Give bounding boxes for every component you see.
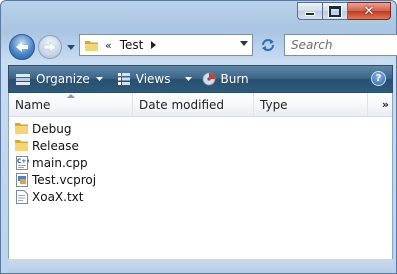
svg-text:C++: C++ [17, 158, 29, 165]
minimize-icon [305, 12, 315, 16]
list-item[interactable]: C++ main.cpp [15, 154, 96, 171]
folder-icon [15, 123, 28, 134]
column-headers: Name Date modified Type » [9, 93, 392, 117]
explorer-window: ✕ « Test Search Organize Views Burn ? Na… [0, 0, 397, 274]
command-toolbar: Organize Views Burn ? [8, 65, 393, 93]
views-label: Views [135, 72, 171, 86]
arrow-right-icon [43, 41, 57, 53]
status-bar [8, 259, 393, 273]
forward-button[interactable] [38, 35, 62, 59]
address-dropdown-icon[interactable] [240, 41, 248, 46]
file-name: Release [32, 138, 79, 153]
file-list-pane[interactable]: Name Date modified Type » Debug Release … [8, 93, 393, 259]
arrow-left-icon [16, 42, 28, 52]
text-file-icon [16, 189, 28, 204]
list-item[interactable]: Debug [15, 120, 96, 137]
file-name: Test.vcproj [32, 172, 97, 187]
chevron-right-icon[interactable] [151, 41, 157, 49]
list-item[interactable]: Release [15, 137, 96, 154]
close-button[interactable]: ✕ [348, 2, 391, 20]
column-date-label: Date modified [139, 97, 225, 112]
organize-label: Organize [36, 72, 90, 86]
vcproj-file-icon [16, 172, 28, 187]
file-name: Debug [32, 121, 72, 136]
breadcrumb-overflow[interactable]: « [105, 39, 112, 52]
cpp-file-icon: C++ [16, 155, 29, 170]
views-button[interactable]: Views [117, 66, 192, 92]
column-name-label: Name [15, 97, 51, 112]
burn-label: Burn [220, 72, 249, 86]
window-controls: ✕ [297, 2, 391, 20]
column-header-date-modified[interactable]: Date modified [133, 93, 254, 116]
column-type-label: Type [260, 97, 288, 112]
file-name: XoaX.txt [32, 189, 84, 204]
more-columns-button[interactable]: » [382, 93, 389, 116]
chevron-down-icon [67, 44, 75, 50]
chevron-down-icon [95, 77, 103, 81]
close-icon: ✕ [363, 3, 375, 19]
list-item[interactable]: Test.vcproj [15, 171, 96, 188]
breadcrumb-current[interactable]: Test [120, 38, 144, 52]
burn-disc-icon [202, 72, 215, 86]
organize-icon [16, 74, 30, 85]
recent-pages-dropdown[interactable] [65, 40, 77, 54]
maximize-icon [329, 5, 341, 17]
minimize-button[interactable] [297, 2, 323, 20]
file-list: Debug Release C++ main.cpp Test.vcproj X… [15, 120, 96, 205]
sort-ascending-icon [67, 94, 75, 98]
folder-icon [15, 140, 28, 151]
maximize-button[interactable] [323, 2, 348, 20]
column-header-type[interactable]: Type [254, 93, 368, 116]
address-bar[interactable]: « Test [79, 34, 253, 56]
refresh-button[interactable] [255, 34, 280, 56]
views-icon [117, 73, 130, 85]
search-input[interactable]: Search [284, 34, 397, 56]
chevron-down-icon [184, 77, 192, 81]
back-button[interactable] [9, 34, 35, 60]
file-name: main.cpp [32, 155, 88, 170]
list-item[interactable]: XoaX.txt [15, 188, 96, 205]
help-button[interactable]: ? [371, 71, 386, 86]
search-placeholder: Search [291, 38, 333, 52]
folder-icon [85, 40, 98, 51]
burn-button[interactable]: Burn [202, 66, 249, 92]
organize-button[interactable]: Organize [15, 66, 103, 92]
refresh-icon [261, 39, 274, 51]
column-header-name[interactable]: Name [9, 93, 133, 116]
